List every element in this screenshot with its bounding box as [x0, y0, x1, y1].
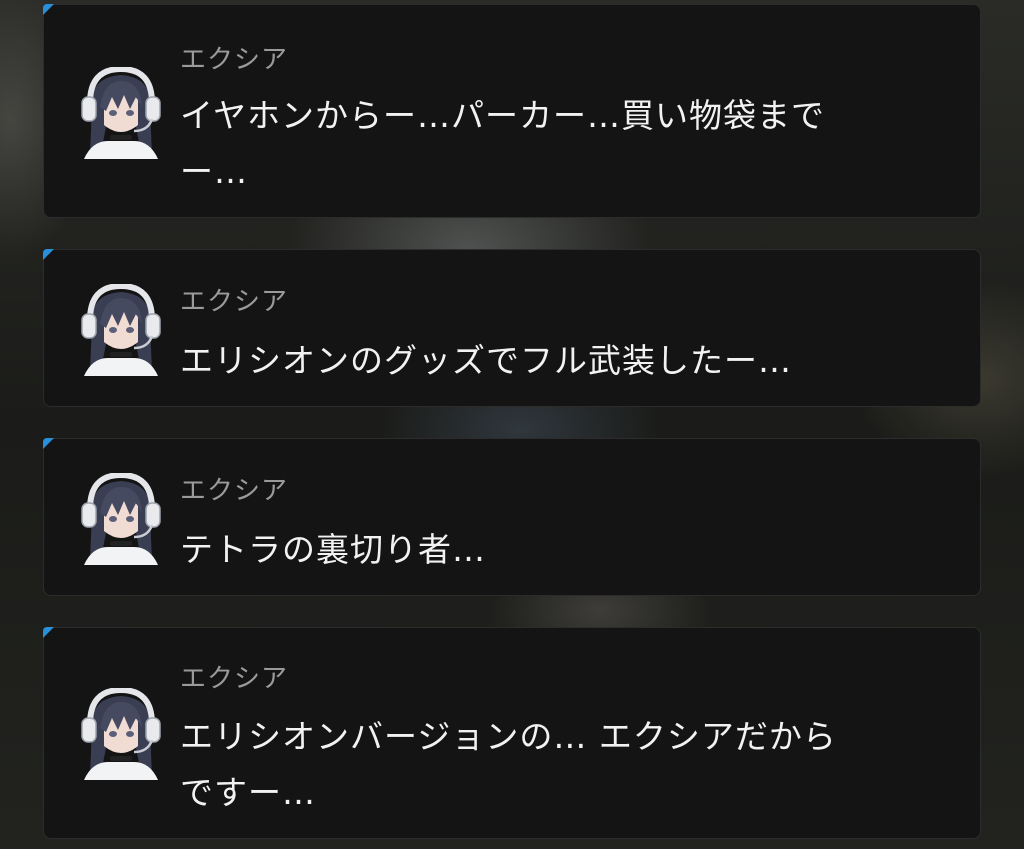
corner-accent	[43, 438, 54, 449]
message-line: エリシオンのグッズでフル武装したー…	[180, 341, 792, 380]
message-line: イヤホンからー…パーカー…買い物袋まで	[180, 96, 826, 135]
dialogue-card[interactable]: エクシア エリシオンバージョンの… エクシアだから ですー…	[43, 627, 981, 839]
exia-avatar-icon	[78, 284, 164, 376]
corner-accent	[43, 627, 54, 638]
dialogue-card[interactable]: エクシア エリシオンのグッズでフル武装したー…	[43, 249, 981, 407]
exia-avatar-icon	[78, 473, 164, 565]
message-line: ー…	[180, 152, 248, 191]
dialogue-card[interactable]: エクシア テトラの裏切り者…	[43, 438, 981, 596]
speaker-name: エクシア	[180, 287, 289, 317]
dialogue-card[interactable]: エクシア イヤホンからー…パーカー…買い物袋まで ー…	[43, 4, 981, 218]
corner-accent	[43, 249, 54, 260]
message-line: ですー…	[180, 773, 316, 812]
exia-avatar-icon	[78, 688, 164, 780]
corner-accent	[43, 4, 54, 15]
exia-avatar-icon	[78, 67, 164, 159]
speaker-name: エクシア	[180, 664, 289, 694]
message-line: テトラの裏切り者…	[180, 530, 486, 569]
message-line: エリシオンバージョンの… エクシアだから	[180, 717, 837, 756]
speaker-name: エクシア	[180, 476, 289, 506]
speaker-name: エクシア	[180, 45, 289, 75]
